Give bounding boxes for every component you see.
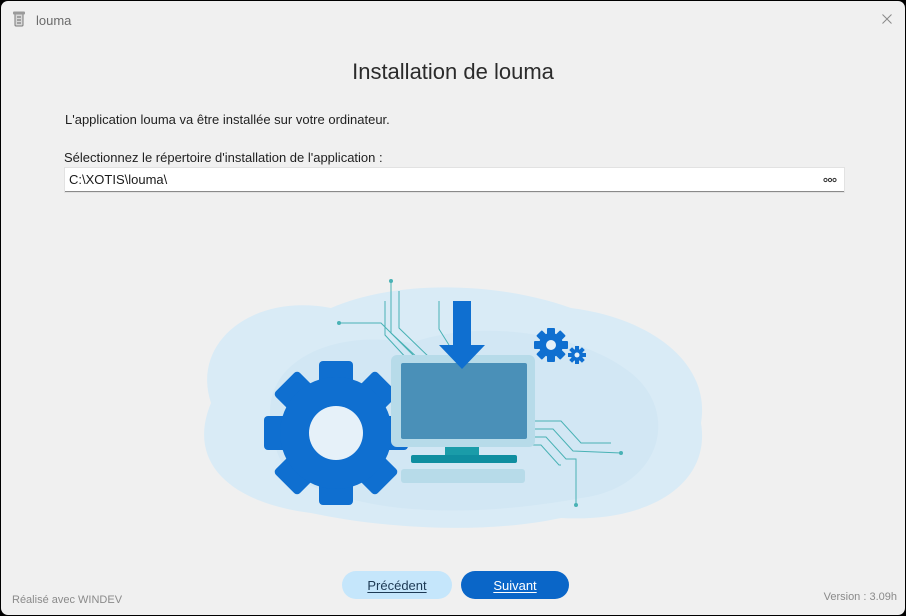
window-title: louma <box>36 13 72 28</box>
installer-icon <box>13 11 25 27</box>
install-directory-value[interactable]: C:\XOTIS\louma\ <box>69 172 167 187</box>
more-options-icon[interactable] <box>822 171 838 187</box>
installer-window: louma Installation de louma L'applicatio… <box>1 1 905 615</box>
directory-label: Sélectionnez le répertoire d'installatio… <box>64 150 383 165</box>
install-directory-field[interactable]: C:\XOTIS\louma\ <box>65 168 844 192</box>
computer-download-gears-illustration <box>204 279 703 528</box>
made-with-label: Réalisé avec WINDEV <box>12 594 123 606</box>
page-title: Installation de louma <box>352 59 554 84</box>
previous-button[interactable]: Précédent <box>342 571 452 599</box>
title-bar: louma <box>1 1 905 39</box>
version-label: Version : 3.09h <box>823 591 897 603</box>
next-button[interactable]: Suivant <box>461 571 569 599</box>
intro-text: L'application louma va être installée su… <box>65 112 390 127</box>
close-icon <box>882 14 892 24</box>
close-button[interactable] <box>869 1 905 37</box>
